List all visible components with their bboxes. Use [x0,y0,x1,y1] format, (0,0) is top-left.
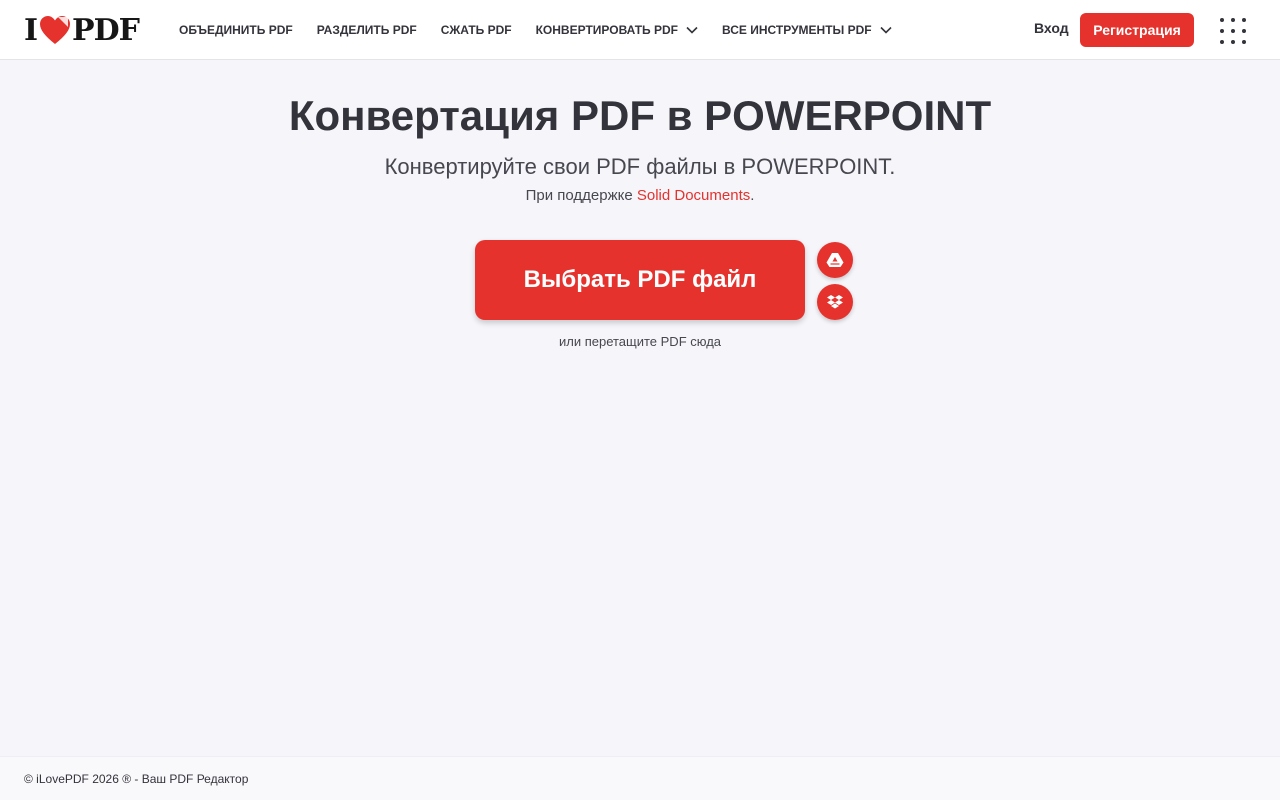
powered-prefix: При поддержке [525,187,637,204]
nav-item-label: КОНВЕРТИРОВАТЬ PDF [535,23,679,37]
footer-copyright: © iLovePDF 2026 ® - Ваш PDF Редактор [24,771,249,786]
page-title: Конвертация PDF в POWERPOINT [288,92,992,139]
logo[interactable]: I PDF [24,12,140,48]
header: I PDF ОБЪЕДИНИТЬ PDF РАЗДЕЛИТЬ PDF СЖАТЬ… [0,0,1280,60]
solid-documents-link[interactable]: Solid Documents [637,187,750,204]
chevron-down-icon [880,26,892,34]
nav-item-label: ВСЕ ИНСТРУМЕНТЫ PDF [722,23,872,37]
dropbox-icon [826,294,844,310]
heart-icon [39,15,71,45]
google-drive-icon [826,252,844,268]
login-link[interactable]: Вход [1034,20,1069,36]
nav-all-tools[interactable]: ВСЕ ИНСТРУМЕНТЫ PDF [710,0,904,60]
nav-item-label: РАЗДЕЛИТЬ PDF [316,23,417,37]
dropbox-button[interactable] [817,284,853,320]
apps-grid-icon[interactable] [1216,14,1248,46]
footer: © iLovePDF 2026 ® - Ваш PDF Редактор [0,756,1280,800]
powered-suffix: . [750,187,755,204]
nav-merge-pdf[interactable]: ОБЪЕДИНИТЬ PDF [167,0,305,60]
nav-compress-pdf[interactable]: СЖАТЬ PDF [429,0,524,60]
main-nav: ОБЪЕДИНИТЬ PDF РАЗДЕЛИТЬ PDF СЖАТЬ PDF К… [167,0,904,60]
drop-hint: или перетащите PDF сюда [558,334,722,349]
nav-item-label: СЖАТЬ PDF [440,23,512,37]
logo-text-pdf: PDF [72,12,140,48]
google-drive-button[interactable] [817,242,853,278]
page-subtitle: Конвертируйте свои PDF файлы в POWERPOIN… [384,154,896,179]
select-pdf-button[interactable]: Выбрать PDF файл [475,240,805,320]
nav-item-label: ОБЪЕДИНИТЬ PDF [179,23,293,37]
chevron-down-icon [686,26,698,34]
nav-split-pdf[interactable]: РАЗДЕЛИТЬ PDF [305,0,429,60]
logo-text-i: I [24,12,38,48]
nav-convert-pdf[interactable]: КОНВЕРТИРОВАТЬ PDF [524,0,710,60]
signup-button[interactable]: Регистрация [1080,13,1194,47]
powered-by: При поддержке Solid Documents. [0,187,1280,204]
